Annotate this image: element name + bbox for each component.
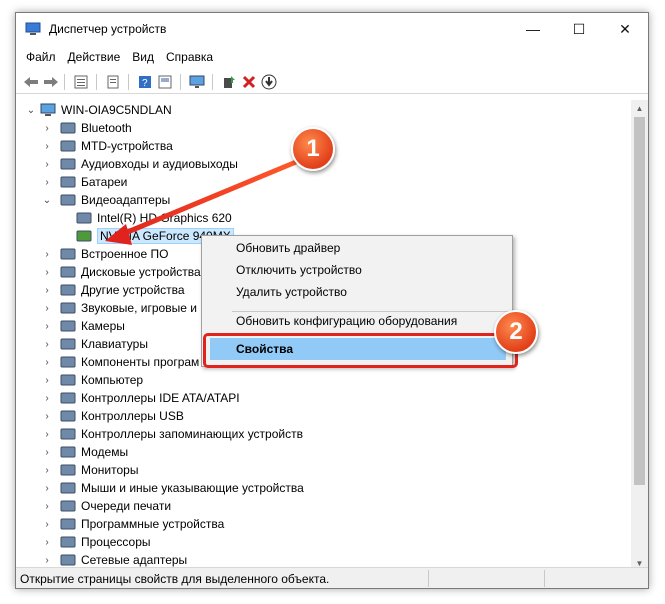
pointer-arrow — [105, 159, 297, 245]
step-2-badge: 2 — [494, 310, 538, 354]
step-1-badge: 1 — [291, 127, 335, 171]
